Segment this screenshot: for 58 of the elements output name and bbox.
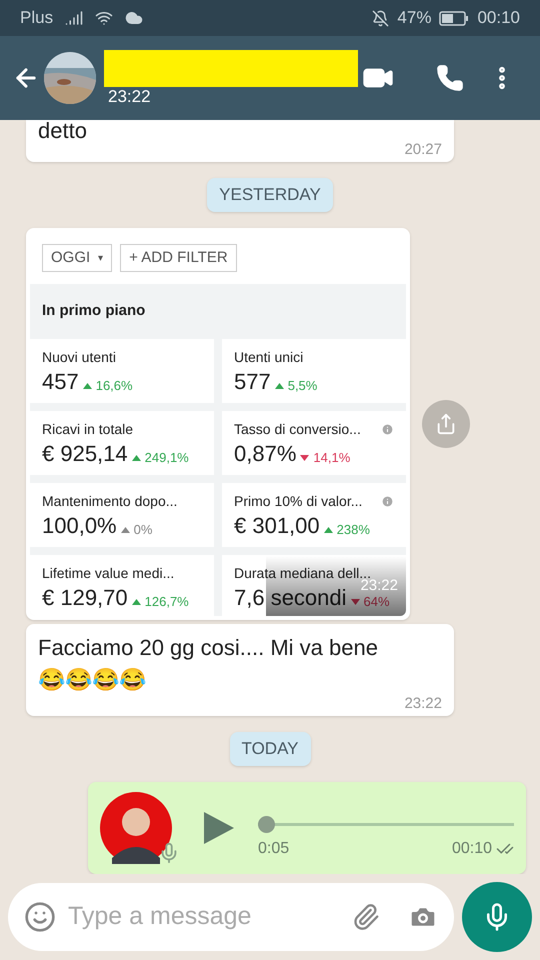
audio-position: 0:05 <box>258 838 290 858</box>
message-text: Facciamo 20 gg cosi.... Mi va bene 😂😂😂😂 <box>38 634 379 694</box>
metric-value: 0,87% <box>234 440 296 468</box>
info-icon <box>381 494 394 508</box>
phone-icon[interactable] <box>436 64 464 92</box>
message-input[interactable]: Type a message <box>68 898 340 936</box>
metric-change: 5,5% <box>288 376 318 395</box>
message-time: 00:10 <box>452 838 492 858</box>
date-dropdown[interactable]: OGGI ▾ <box>42 244 112 272</box>
metric-label: Mantenimento dopo... <box>42 492 178 511</box>
metric-change: 14,1% <box>313 448 350 467</box>
emoji-icon[interactable] <box>24 901 56 933</box>
metric-label: Durata mediana dell... <box>234 564 371 580</box>
metric-change: 0% <box>134 520 152 539</box>
sender-avatar <box>100 792 172 864</box>
last-seen: 23:22 <box>108 86 152 106</box>
metric-label: Nuovi utenti <box>42 348 116 366</box>
audio-track[interactable] <box>258 816 514 832</box>
metric-change: 16,6% <box>96 376 133 395</box>
message-time: 23:22 <box>360 578 398 594</box>
metric-change: 126,7% <box>144 592 189 611</box>
metric-label: Ricavi in totale <box>42 420 134 438</box>
bell-off-icon <box>372 10 390 26</box>
metric-value: 457 <box>42 368 79 396</box>
carrier-name: Plus <box>20 7 54 30</box>
clock: 00:10 <box>477 7 520 30</box>
metric-label: Utenti unici <box>234 348 304 366</box>
metric-label: Primo 10% di valor... <box>234 492 362 510</box>
message-field[interactable]: Type a message <box>8 883 454 951</box>
battery-icon <box>439 10 470 26</box>
metric-value: 100,0% <box>42 512 117 540</box>
dropdown-label: OGGI <box>51 248 90 268</box>
info-icon <box>381 422 394 436</box>
metric-value: € 301,00 <box>234 512 320 540</box>
metric-value: 7,6 secondi <box>234 584 347 612</box>
date-chip: TODAY <box>230 732 310 766</box>
metric-value: € 129,70 <box>42 584 128 612</box>
message-text: detto <box>38 120 88 142</box>
metric-value: € 925,14 <box>42 440 128 468</box>
cloud-icon <box>125 9 144 27</box>
attach-icon[interactable] <box>352 903 380 931</box>
play-icon[interactable] <box>204 812 234 844</box>
metric-change: 238% <box>336 520 370 539</box>
audio-thumb[interactable] <box>258 816 275 832</box>
message-time: 23:22 <box>404 696 442 712</box>
signal-icon <box>65 9 84 27</box>
date-chip: YESTERDAY <box>207 178 333 212</box>
metric-value: 577 <box>234 368 271 396</box>
section-title: In primo piano <box>41 301 146 321</box>
wifi-icon <box>95 9 114 27</box>
battery-percent: 47% <box>397 7 432 30</box>
metric-change: 249,1% <box>144 448 189 467</box>
caret-icon: ▾ <box>98 250 104 266</box>
metric-label: Tasso di conversio... <box>234 420 361 438</box>
message-time: 20:27 <box>404 142 442 158</box>
metric-label: Lifetime value medi... <box>42 564 174 582</box>
metric-change: 64% <box>364 592 390 611</box>
add-filter-button[interactable]: + ADD FILTER <box>120 244 237 272</box>
